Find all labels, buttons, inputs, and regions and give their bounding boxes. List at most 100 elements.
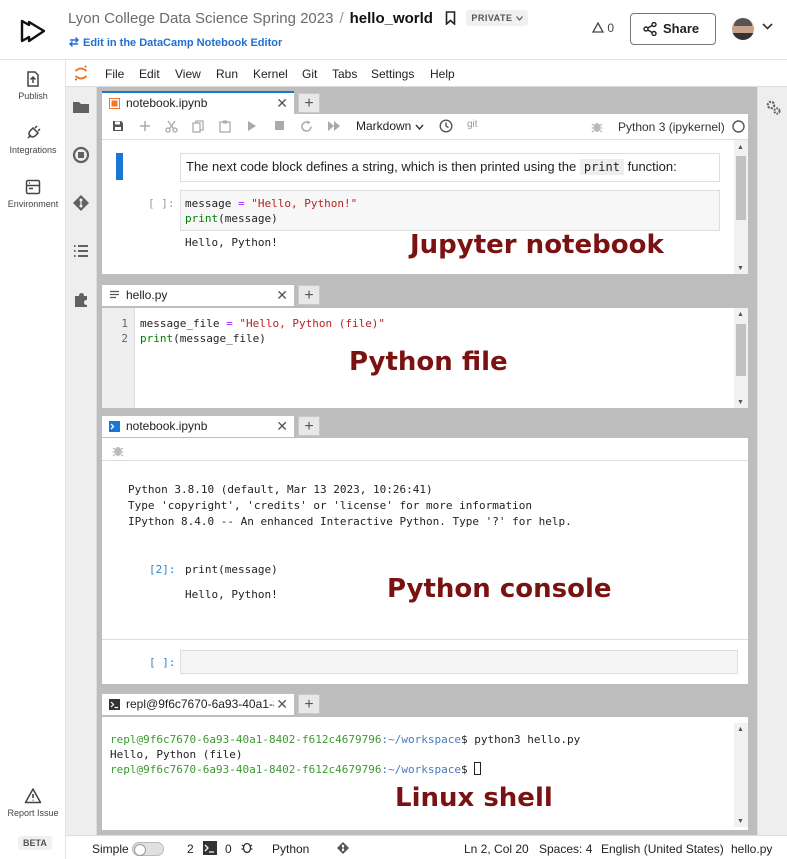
running-kernels-icon[interactable]: [72, 146, 90, 164]
extensions-icon[interactable]: [72, 291, 90, 309]
scroll-up-icon[interactable]: ▲: [737, 726, 744, 733]
kernel-count[interactable]: 0: [225, 842, 232, 856]
menu-edit[interactable]: Edit: [139, 67, 160, 81]
notebook-scrollbar[interactable]: ▲ ▼: [734, 140, 748, 274]
markdown-cell[interactable]: The next code block defines a string, wh…: [180, 153, 720, 182]
menu-help[interactable]: Help: [430, 67, 455, 81]
tab-console[interactable]: notebook.ipynb ✕: [102, 414, 294, 437]
property-inspector-icon[interactable]: [765, 99, 782, 116]
kernel-status[interactable]: Python: [272, 842, 309, 856]
bug-icon[interactable]: [591, 120, 603, 133]
git-diff-button[interactable]: git: [467, 119, 478, 130]
tab-terminal[interactable]: repl@9f6c7670-6a93-40a1-8 ✕: [102, 692, 294, 715]
git-icon[interactable]: [336, 841, 350, 855]
fast-forward-icon[interactable]: [327, 120, 341, 132]
tab-notebook[interactable]: notebook.ipynb ✕: [102, 91, 294, 114]
notebook-title[interactable]: hello_world: [350, 10, 433, 27]
close-icon[interactable]: ✕: [276, 95, 288, 112]
clock-icon[interactable]: [439, 119, 453, 133]
user-avatar[interactable]: [732, 18, 754, 40]
indent-setting[interactable]: Spaces: 4: [539, 842, 592, 856]
spellcheck-language[interactable]: English (United States): [601, 842, 724, 856]
code-cell[interactable]: message = "Hello, Python!" print(message…: [180, 190, 720, 231]
editor-content[interactable]: message_file = "Hello, Python (file)" pr…: [140, 316, 385, 346]
cell-prompt: [ ]:: [148, 197, 175, 210]
menu-run[interactable]: Run: [216, 67, 238, 81]
cut-icon[interactable]: [165, 120, 178, 133]
close-icon[interactable]: ✕: [276, 287, 288, 304]
git-icon[interactable]: [72, 194, 90, 212]
workspace-name[interactable]: Lyon College Data Science Spring 2023: [68, 10, 333, 27]
rail-publish[interactable]: Publish: [0, 70, 66, 101]
new-tab-button[interactable]: +: [298, 694, 320, 714]
new-tab-button[interactable]: +: [298, 93, 320, 113]
text-file-icon: [110, 290, 119, 299]
cell-type-dropdown[interactable]: Markdown: [356, 119, 424, 133]
tab-hello-py[interactable]: hello.py ✕: [102, 283, 294, 306]
alerts-indicator[interactable]: 0: [591, 21, 614, 35]
rail-label: Environment: [7, 199, 59, 209]
menu-kernel[interactable]: Kernel: [253, 67, 288, 81]
folder-icon[interactable]: [72, 99, 90, 115]
main-dock-area: notebook.ipynb ✕ + Markdown git Python 3…: [97, 87, 757, 835]
new-tab-button[interactable]: +: [298, 285, 320, 305]
terminal-panel[interactable]: repl@9f6c7670-6a93-40a1-8402-f612c467979…: [102, 717, 748, 830]
status-bar: Simple 2 0 Python Ln 2, Col 20 Spaces: 4…: [66, 835, 787, 859]
cursor-position[interactable]: Ln 2, Col 20: [464, 842, 529, 856]
scroll-thumb[interactable]: [736, 156, 746, 220]
annotation-jupyter-notebook: Jupyter notebook: [410, 230, 664, 260]
console-input-field[interactable]: [180, 650, 738, 674]
scroll-thumb[interactable]: [736, 324, 746, 376]
scroll-down-icon[interactable]: ▼: [737, 399, 744, 406]
tab-label: hello.py: [126, 288, 168, 302]
menu-file[interactable]: File: [105, 67, 124, 81]
copy-icon[interactable]: [192, 120, 204, 133]
share-icon: [643, 22, 657, 36]
code-token: message: [185, 197, 232, 210]
save-icon[interactable]: [112, 120, 124, 132]
table-of-contents-icon[interactable]: [72, 243, 90, 259]
datacamp-logo-icon[interactable]: [18, 16, 48, 46]
paste-icon[interactable]: [219, 120, 231, 133]
close-icon[interactable]: ✕: [276, 696, 288, 713]
code-token: (message_file): [173, 332, 266, 345]
code-line-1: message_file = "Hello, Python (file)": [140, 316, 385, 331]
line-number-gutter: 1 2: [102, 308, 135, 408]
terminal-scrollbar[interactable]: ▲ ▼: [734, 723, 748, 827]
simple-mode-toggle[interactable]: [132, 842, 164, 856]
jupyter-right-sidebar: [757, 87, 787, 835]
pyfile-scrollbar[interactable]: ▲ ▼: [734, 308, 748, 408]
new-tab-button[interactable]: +: [298, 416, 320, 436]
share-button[interactable]: Share: [630, 13, 716, 45]
menu-tabs[interactable]: Tabs: [332, 67, 357, 81]
menu-git[interactable]: Git: [302, 67, 317, 81]
restart-icon[interactable]: [300, 120, 313, 133]
edit-in-editor-link[interactable]: Edit in the DataCamp Notebook Editor: [68, 36, 282, 49]
close-icon[interactable]: ✕: [276, 418, 288, 435]
python-file-editor[interactable]: 1 2 message_file = "Hello, Python (file)…: [102, 308, 748, 408]
rail-environment[interactable]: Environment: [0, 178, 66, 209]
menu-settings[interactable]: Settings: [371, 67, 414, 81]
privacy-badge[interactable]: PRIVATE: [466, 10, 528, 26]
scroll-down-icon[interactable]: ▼: [737, 818, 744, 825]
rail-label: Publish: [18, 91, 48, 101]
scroll-down-icon[interactable]: ▼: [737, 265, 744, 272]
rail-integrations[interactable]: Integrations: [0, 124, 66, 155]
add-cell-icon[interactable]: [139, 120, 151, 132]
scroll-up-icon[interactable]: ▲: [737, 311, 744, 318]
terminal-count[interactable]: 2: [187, 842, 194, 856]
terminal-icon: [109, 699, 120, 710]
rail-label: Integrations: [9, 145, 57, 155]
bookmark-icon[interactable]: [445, 11, 456, 25]
rail-report-issue[interactable]: Report Issue: [0, 787, 66, 818]
scroll-up-icon[interactable]: ▲: [737, 144, 744, 151]
markdown-text-end: function:: [627, 159, 677, 174]
run-icon[interactable]: [247, 120, 257, 132]
stop-icon[interactable]: [274, 120, 285, 131]
bug-icon[interactable]: [112, 444, 124, 457]
menu-view[interactable]: View: [175, 67, 201, 81]
terminal-command: $: [461, 763, 475, 776]
jupyter-left-sidebar: [66, 87, 97, 835]
chevron-down-icon[interactable]: [762, 23, 773, 30]
kernel-name[interactable]: Python 3 (ipykernel): [618, 120, 725, 134]
